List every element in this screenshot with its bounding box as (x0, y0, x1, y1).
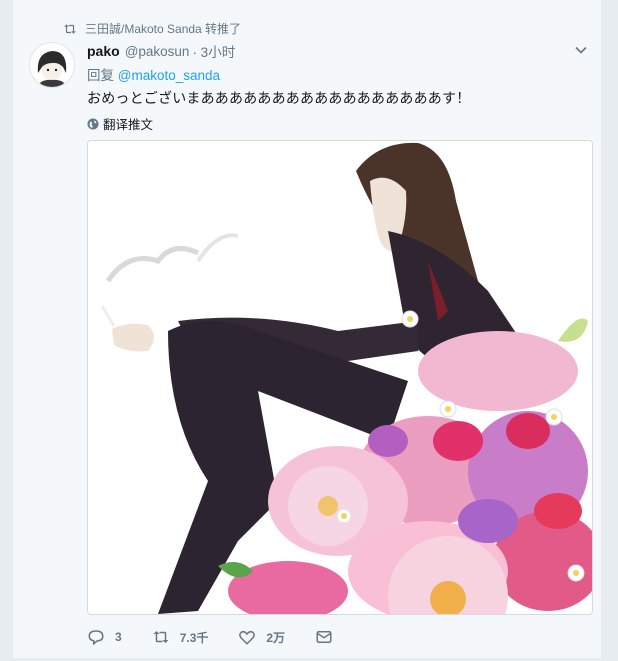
fullname[interactable]: pako (87, 43, 120, 59)
translate-label: 翻译推文 (103, 118, 154, 132)
translate-link[interactable]: 翻译推文 (87, 114, 153, 133)
globe-icon (87, 118, 99, 129)
tweet-card[interactable]: 三田誠/Makoto Sanda 转推了 pako @pakosun · 3小时… (12, 0, 602, 661)
retweet-count: 7.3千 (179, 630, 209, 645)
username[interactable]: @pakosun (125, 44, 190, 59)
chevron-down-icon[interactable] (573, 42, 589, 58)
retweet-icon (64, 23, 76, 34)
tweet-image[interactable] (87, 140, 593, 615)
heart-icon (239, 630, 256, 645)
timestamp[interactable]: · 3小时 (192, 41, 235, 61)
reply-icon (88, 630, 104, 646)
like-count: 2万 (266, 630, 286, 645)
reply-button[interactable]: 3 (87, 628, 122, 646)
reply-to-link[interactable]: @makoto_sanda (118, 68, 220, 83)
envelope-icon (316, 631, 332, 643)
avatar-illustration (30, 43, 74, 87)
retweet-context: 三田誠/Makoto Sanda 转推了 (63, 20, 241, 37)
retweet-button[interactable]: 7.3千 (152, 628, 209, 646)
reply-prefix: 回复 (87, 68, 114, 83)
tweet-actions: 3 7.3千 2万 (87, 628, 373, 646)
avatar[interactable] (29, 42, 75, 88)
reply-context: 回复 @makoto_sanda (87, 64, 220, 84)
tweet-header: pako @pakosun · 3小时 (87, 41, 235, 61)
reply-count: 3 (115, 630, 122, 644)
message-button[interactable] (315, 628, 343, 646)
tweet-text: おめっとございまあああああああああああああああああす！ (87, 90, 471, 106)
illustration-image (88, 141, 592, 614)
like-button[interactable]: 2万 (238, 628, 285, 646)
retweet-icon (153, 631, 169, 643)
retweet-label[interactable]: 三田誠/Makoto Sanda 转推了 (85, 20, 241, 37)
